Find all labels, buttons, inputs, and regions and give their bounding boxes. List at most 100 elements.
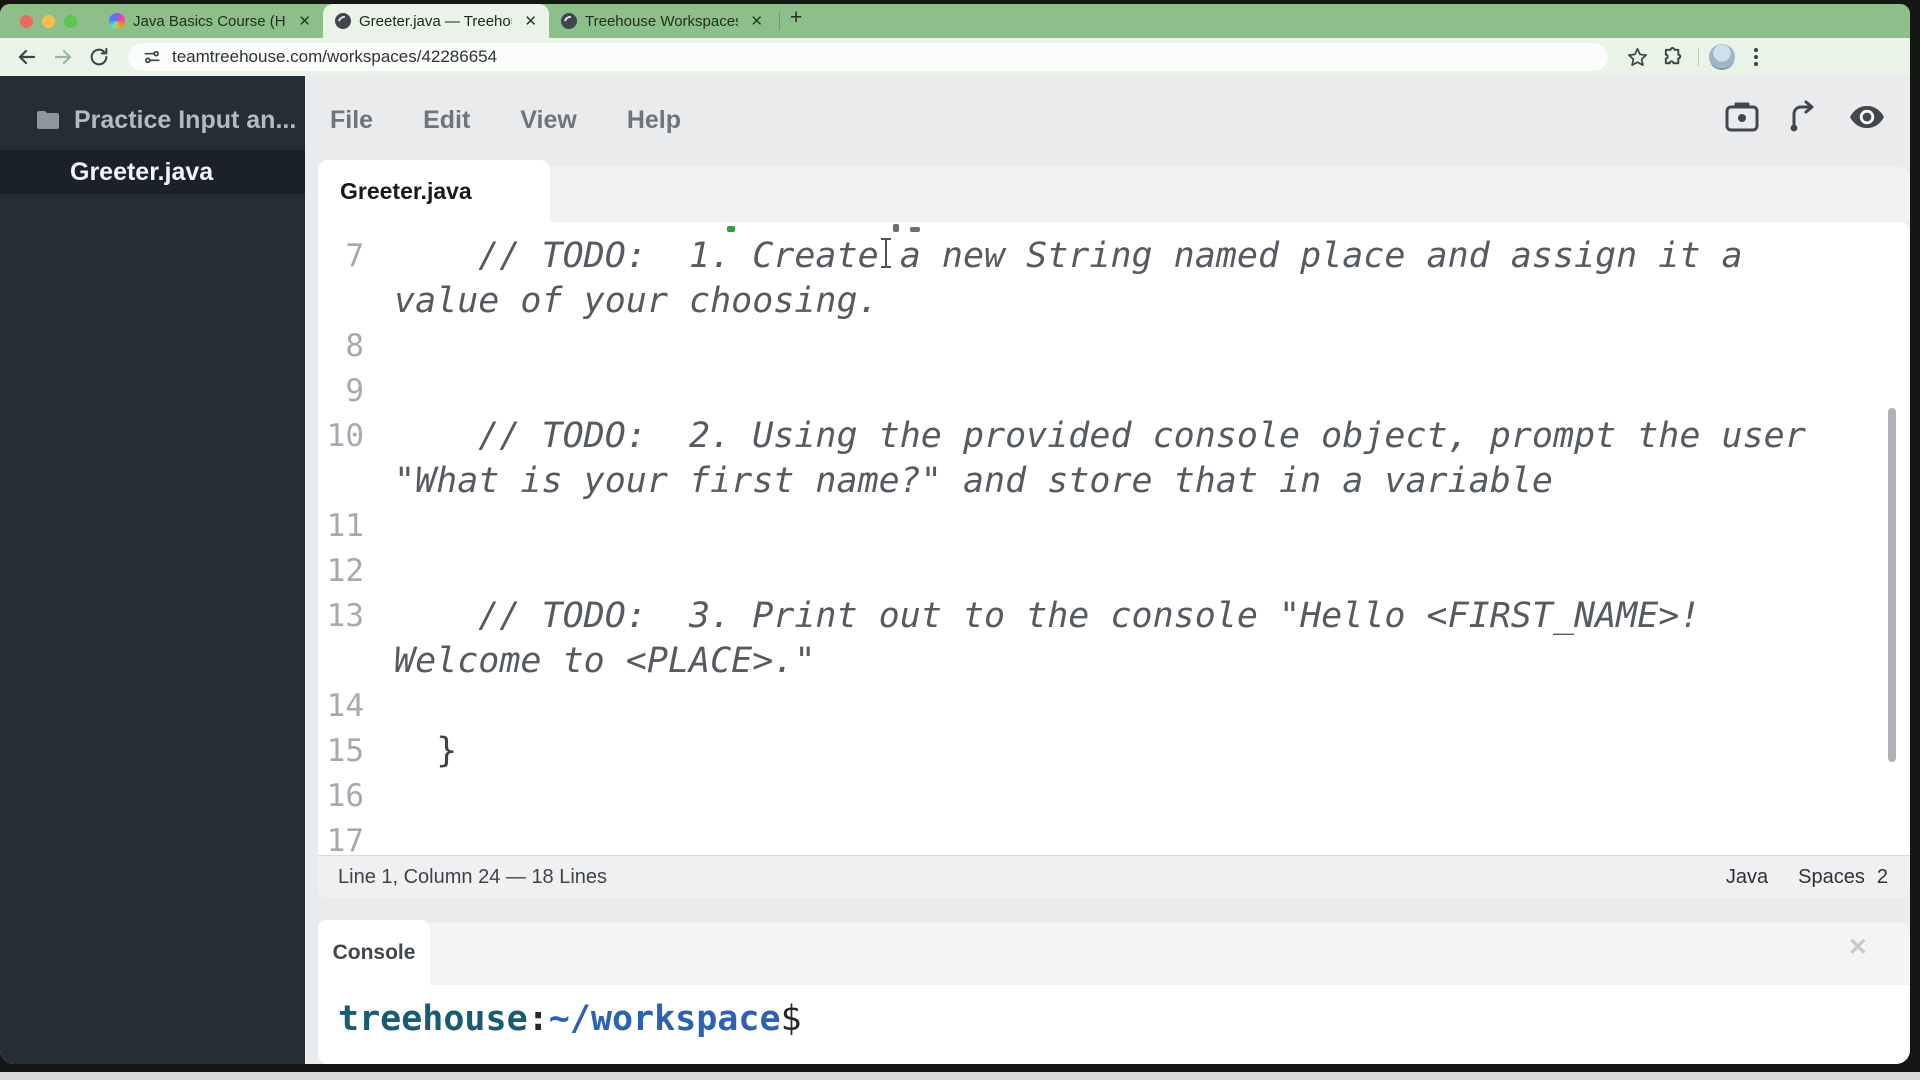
code-line: 10 // TODO: 2. Using the provided consol… — [318, 413, 1910, 458]
dock-edge-strip — [0, 1072, 1920, 1080]
treehouse-favicon-icon — [561, 13, 577, 29]
clipped-code-fragment — [727, 226, 735, 232]
indentation-indicator[interactable]: Spaces 2 — [1798, 866, 1888, 889]
line-number: 13 — [326, 597, 364, 634]
prompt-dollar: $ — [780, 999, 802, 1039]
workspace-toolbar-icons — [1724, 100, 1886, 134]
clipped-code-fragment — [893, 224, 899, 232]
editor-tabstrip — [550, 167, 1910, 222]
code-text: // TODO: 2. Using the provided console o… — [394, 415, 1806, 456]
bookmark-star-icon[interactable] — [1622, 42, 1652, 72]
menu-edit[interactable]: Edit — [423, 106, 470, 135]
line-number: 11 — [326, 507, 364, 544]
tab-title: Treehouse Workspaces — [585, 12, 739, 30]
sidebar-folder[interactable]: Practice Input an... — [0, 98, 305, 142]
minimize-window-button[interactable] — [42, 14, 55, 28]
code-line: 15 } — [318, 728, 1910, 773]
code-line: 9 — [318, 368, 1910, 413]
new-tab-button[interactable]: + — [788, 6, 812, 36]
code-text: // TODO: 3. Print out to the console "He… — [394, 595, 1701, 636]
console-tabstrip: Console ✕ — [318, 920, 1910, 985]
editor-scrollbar[interactable] — [1888, 408, 1896, 762]
console-tab[interactable]: Console — [318, 920, 430, 985]
browser-toolbar: teamtreehouse.com/workspaces/42286654 — [0, 38, 1910, 76]
workspace-app: Practice Input an... Greeter.java File E… — [0, 76, 1910, 1064]
code-text: // TODO: 1. Create a new String named pl… — [394, 235, 1743, 276]
line-number: 14 — [326, 687, 364, 724]
code-area[interactable]: 7 // TODO: 1. Create a new String named … — [318, 222, 1910, 855]
code-rows: 7 // TODO: 1. Create a new String named … — [318, 222, 1910, 856]
tab-title: Java Basics Course (How To) — [133, 12, 286, 30]
tab-close-icon[interactable]: ✕ — [294, 12, 315, 30]
line-number: 17 — [326, 822, 364, 856]
console-tabstrip-background — [318, 923, 1910, 985]
url-text[interactable]: teamtreehouse.com/workspaces/42286654 — [172, 47, 497, 67]
line-number: 9 — [345, 372, 364, 409]
console-output[interactable]: treehouse:~/workspace$ — [318, 985, 1910, 1064]
sidebar-file-greeter-java[interactable]: Greeter.java — [0, 150, 305, 194]
clipped-code-fragment — [910, 227, 920, 232]
tab-close-icon[interactable]: ✕ — [520, 12, 541, 30]
browser-menu-icon[interactable] — [1741, 42, 1771, 72]
text-cursor-ibeam — [881, 238, 891, 268]
folder-icon — [37, 111, 59, 129]
browser-tab-java-basics-course[interactable]: Java Basics Course (How To) ✕ — [97, 4, 323, 38]
tab-title: Greeter.java — Treehouse Wo — [359, 12, 512, 30]
code-text: Welcome to <PLACE>." — [394, 640, 816, 681]
code-line: "What is your first name?" and store tha… — [318, 458, 1910, 503]
cursor-position-status: Line 1, Column 24 — 18 Lines — [338, 865, 608, 888]
toolbar-separator — [1698, 48, 1699, 66]
preview-eye-icon[interactable] — [1848, 100, 1886, 134]
file-name: Greeter.java — [70, 157, 214, 186]
code-line: 8 — [318, 323, 1910, 368]
prompt-user: treehouse — [338, 999, 528, 1039]
code-line: value of your choosing. — [318, 278, 1910, 323]
code-text: "What is your first name?" and store tha… — [394, 460, 1553, 501]
console-tab-label: Console — [332, 940, 416, 964]
editor-tab-greeter-java[interactable]: Greeter.java — [318, 160, 550, 222]
terminal-prompt: treehouse:~/workspace$ — [338, 999, 1910, 1039]
editor-statusbar: Line 1, Column 24 — 18 Lines Java Spaces… — [318, 855, 1910, 898]
code-line: 17 — [318, 818, 1910, 856]
code-line: 13 // TODO: 3. Print out to the console … — [318, 593, 1910, 638]
editor-main: File Edit View Help Greeter.java 7 // TO… — [305, 76, 1910, 1064]
line-number: 15 — [326, 732, 364, 769]
window-controls — [0, 4, 97, 38]
snapshot-camera-icon[interactable] — [1724, 100, 1760, 134]
code-line: 16 — [318, 773, 1910, 818]
browser-tab-treehouse-workspaces[interactable]: Treehouse Workspaces ✕ — [549, 4, 775, 38]
console-close-icon[interactable]: ✕ — [1848, 936, 1868, 960]
reload-icon[interactable] — [84, 42, 114, 72]
back-icon[interactable] — [12, 42, 42, 72]
code-line: 11 — [318, 503, 1910, 548]
code-editor-panel: 7 // TODO: 1. Create a new String named … — [318, 222, 1910, 898]
folder-name: Practice Input an... — [74, 105, 297, 134]
line-number: 8 — [345, 327, 364, 364]
menu-view[interactable]: View — [520, 106, 577, 135]
language-indicator[interactable]: Java — [1726, 866, 1768, 889]
line-number: 7 — [345, 237, 364, 274]
fullscreen-window-button[interactable] — [64, 14, 77, 28]
treehouse-favicon-icon — [335, 13, 351, 29]
console-panel: Console ✕ treehouse:~/workspace$ — [318, 920, 1910, 1064]
close-window-button[interactable] — [20, 14, 33, 28]
forward-icon[interactable] — [48, 42, 78, 72]
course-favicon-icon — [109, 13, 125, 29]
tab-close-icon[interactable]: ✕ — [746, 12, 767, 30]
menu-file[interactable]: File — [330, 106, 373, 135]
line-number: 16 — [326, 777, 364, 814]
file-sidebar: Practice Input an... Greeter.java — [0, 76, 305, 1064]
code-line: 14 — [318, 683, 1910, 728]
line-number: 10 — [326, 417, 364, 454]
browser-tab-greeter-java[interactable]: Greeter.java — Treehouse Wo ✕ — [323, 4, 549, 38]
code-text: value of your choosing. — [394, 280, 879, 321]
pointer-arrow-icon[interactable] — [1786, 100, 1822, 134]
browser-tabbar: Java Basics Course (How To) ✕ Greeter.ja… — [0, 4, 1910, 38]
address-bar[interactable]: teamtreehouse.com/workspaces/42286654 — [128, 43, 1608, 71]
workspace-menubar: File Edit View Help — [330, 106, 681, 135]
menu-help[interactable]: Help — [627, 106, 681, 135]
profile-avatar[interactable] — [1709, 44, 1735, 70]
extensions-puzzle-icon[interactable] — [1658, 42, 1688, 72]
site-info-icon[interactable] — [142, 47, 162, 67]
